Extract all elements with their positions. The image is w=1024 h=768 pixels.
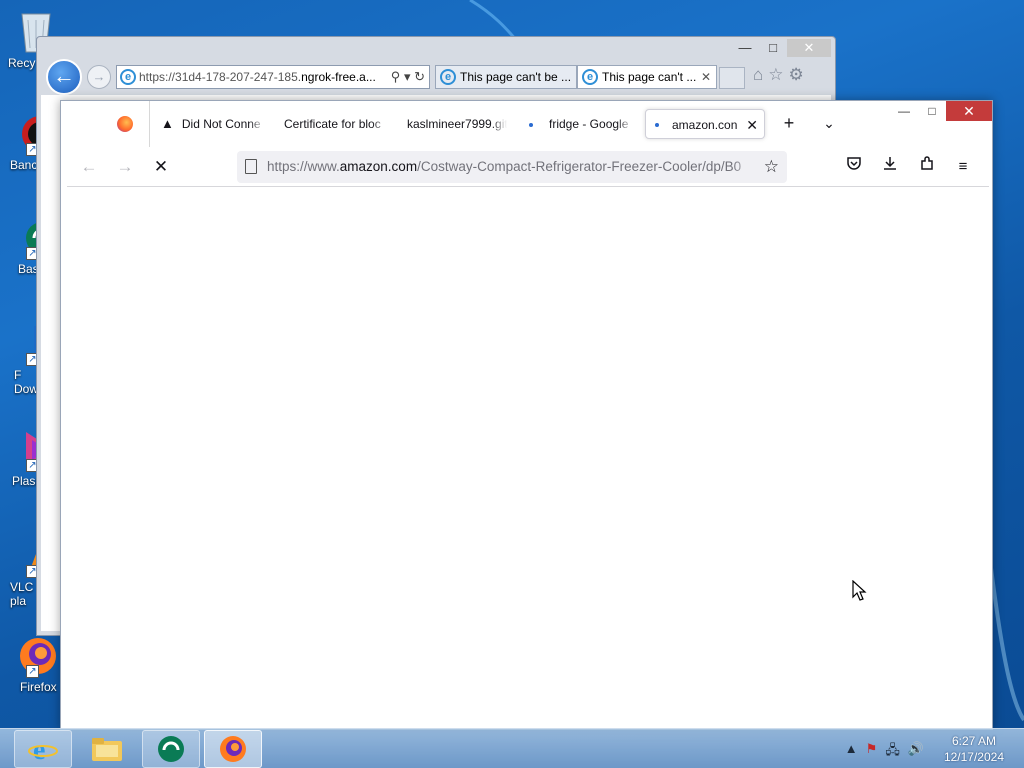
pocket-icon[interactable]	[842, 155, 866, 179]
url-path: /Costway-Compact-Refrigerator-Freezer-Co…	[417, 159, 742, 174]
tab-fade	[249, 109, 265, 139]
ie-tab-close-icon[interactable]: ✕	[701, 66, 711, 88]
ie-address-prefix: https://31d4-178-207-247-185.	[139, 70, 302, 84]
dropdown-icon[interactable]: ▾	[404, 69, 411, 84]
ie-tab-label: This page can't be ...	[460, 70, 572, 84]
firefox-window[interactable]: ▲ Did Not Conne Certificate for bloc kasl…	[60, 100, 993, 730]
warning-icon: ▲	[161, 116, 174, 131]
tab-close-icon[interactable]: ✕	[746, 110, 758, 138]
firefox-view-button[interactable]	[117, 116, 133, 132]
ie-forward-button[interactable]: →	[87, 65, 111, 89]
gear-icon[interactable]: ⚙	[789, 65, 809, 84]
firefox-logo-icon	[117, 116, 133, 132]
stop-loading-icon[interactable]: ✕	[149, 155, 173, 179]
tab-fade	[372, 109, 388, 139]
taskbar-basic-app-button[interactable]	[142, 730, 200, 768]
ff-tab-certificate[interactable]: Certificate for bloc	[284, 109, 388, 139]
taskbar-clock[interactable]: 6:27 AM 12/17/2024	[944, 733, 1004, 765]
ie-address-tools: ⚲ ▾ ↻	[391, 66, 425, 88]
clock-time: 6:27 AM	[951, 734, 996, 748]
firefox-icon: ↗	[14, 634, 58, 678]
ie-logo-icon: e	[120, 69, 136, 85]
maximize-icon[interactable]: □	[759, 39, 787, 57]
action-center-flag-icon[interactable]: ⚑	[866, 741, 878, 763]
downloads-icon[interactable]	[878, 155, 902, 179]
ff-tab-github[interactable]: kaslmineer7999.git	[407, 109, 507, 139]
firefox-page-content	[67, 187, 989, 729]
basic-app-icon	[158, 736, 184, 762]
minimize-icon[interactable]: —	[731, 39, 759, 57]
search-icon[interactable]: ⚲	[391, 69, 401, 84]
bookmark-star-icon[interactable]: ☆	[764, 151, 779, 183]
ie-tab-label: This page can't ...	[602, 70, 697, 84]
forward-arrow-icon[interactable]: →	[113, 155, 137, 179]
ie-address-bar[interactable]: e https://31d4-178-207-247-185.ngrok-fre…	[116, 65, 430, 89]
ie-tab-2[interactable]: e This page can't ... ✕	[577, 65, 717, 89]
minimize-icon[interactable]: —	[890, 101, 918, 121]
back-arrow-icon[interactable]: ←	[77, 155, 101, 179]
ie-new-tab-button[interactable]	[719, 67, 745, 89]
folder-icon	[92, 738, 122, 761]
hamburger-menu-icon[interactable]: ≡	[951, 155, 975, 179]
ie-logo-icon: e	[440, 69, 456, 85]
shortcut-arrow-icon: ↗	[26, 665, 39, 678]
ie-toolbar-icons: ⌂☆⚙	[753, 65, 809, 85]
firefox-icon	[220, 736, 246, 762]
ie-tab-1[interactable]: e This page can't be ...	[435, 65, 577, 89]
page-icon	[245, 159, 257, 174]
refresh-icon[interactable]: ↻	[414, 69, 425, 84]
taskbar-explorer-button[interactable]	[78, 730, 136, 768]
tab-fade	[491, 109, 507, 139]
ie-window-controls: — □ ✕	[731, 39, 831, 57]
tab-fade	[617, 109, 633, 139]
ie-address-host: ngrok-free.a...	[301, 70, 376, 84]
list-all-tabs-chevron-icon[interactable]: ⌄	[817, 113, 841, 133]
url-domain: amazon.com	[339, 159, 418, 174]
ie-logo-icon: e	[28, 735, 58, 765]
clock-date: 12/17/2024	[943, 750, 1004, 764]
url-scheme: https://www.	[267, 159, 340, 174]
new-tab-plus-icon[interactable]: +	[777, 113, 801, 133]
maximize-icon[interactable]: □	[918, 101, 946, 121]
loading-dot-icon	[529, 122, 533, 127]
close-icon[interactable]: ✕	[946, 101, 992, 121]
ie-logo-icon: e	[582, 69, 598, 85]
system-tray: ▲ ⚑ 🖧 🔊	[845, 741, 924, 763]
volume-icon[interactable]: 🔊	[908, 741, 924, 763]
ff-tab-label: Certificate for bloc	[284, 117, 381, 131]
ff-tab-did-not-connect[interactable]: ▲ Did Not Conne	[161, 109, 265, 139]
loading-dot-icon	[655, 123, 659, 127]
firefox-nav-bar: ← → ✕ https://www.amazon.com/Costway-Com…	[67, 147, 989, 187]
show-hidden-icons-icon[interactable]: ▲	[845, 741, 858, 763]
mouse-cursor-icon	[852, 580, 867, 601]
favorites-star-icon[interactable]: ☆	[768, 65, 788, 84]
ff-tab-label: amazon.con	[672, 118, 738, 132]
ie-back-button[interactable]: ←	[46, 59, 82, 95]
firefox-tab-strip[interactable]: ▲ Did Not Conne Certificate for bloc kasl…	[61, 101, 992, 147]
url-fade	[733, 151, 753, 183]
url-bar[interactable]: https://www.amazon.com/Costway-Compact-R…	[237, 151, 787, 183]
taskbar-ie-button[interactable]: e	[14, 730, 72, 768]
ff-tab-amazon[interactable]: amazon.con ✕	[645, 109, 765, 139]
tab-separator	[149, 101, 150, 147]
home-icon[interactable]: ⌂	[753, 65, 768, 84]
close-icon[interactable]: ✕	[787, 39, 831, 57]
ff-tab-google[interactable]: fridge - Google	[529, 109, 633, 139]
taskbar-firefox-button[interactable]	[204, 730, 262, 768]
svg-text:e: e	[33, 735, 45, 765]
ff-window-controls: — □ ✕	[890, 101, 992, 121]
extensions-icon[interactable]	[915, 155, 939, 179]
taskbar: e ▲ ⚑ 🖧 🔊 6:27 AM 12/17/2024	[0, 728, 1024, 768]
network-icon[interactable]: 🖧	[885, 741, 900, 763]
ie-titlebar[interactable]: — □ ✕	[37, 37, 835, 59]
